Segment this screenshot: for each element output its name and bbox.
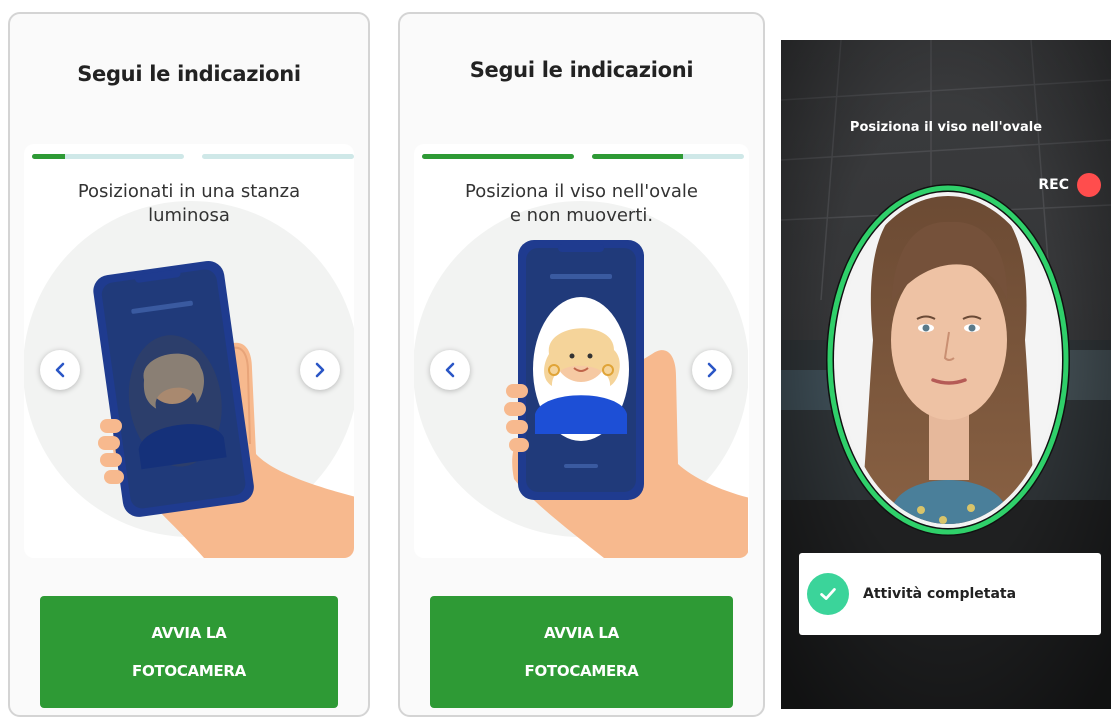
camera-instruction-text: Posiziona il viso nell'ovale [849, 120, 1043, 135]
camera-capture-screen: Posiziona il viso nell'ovale REC Attivit… [781, 40, 1111, 709]
button-label-line2: FOTOCAMERA [132, 662, 246, 680]
instructions-screen-1: Segui le indicazioni Posizionati in una … [8, 12, 370, 717]
instruction-text: Posizionati in una stanza luminosa [77, 181, 301, 226]
record-dot-icon [1077, 173, 1101, 197]
carousel-panel: Posizionati in una stanza luminosa [24, 144, 354, 558]
screen-title: Segui le indicazioni [77, 62, 301, 86]
next-slide-button[interactable] [300, 350, 340, 390]
success-toast: Attività completata [799, 553, 1101, 635]
button-label-line1: AVVIA LA [151, 624, 227, 642]
button-label-line1: AVVIA LA [544, 624, 619, 642]
start-camera-button[interactable]: AVVIA LA FOTOCAMERA [40, 596, 338, 708]
chevron-right-icon [707, 362, 717, 378]
toast-text: Attività completata [863, 586, 1017, 602]
next-slide-button[interactable] [692, 350, 732, 390]
carousel-panel: Posiziona il viso nell'ovale e non muove… [414, 144, 749, 558]
instruction-text: Posiziona il viso nell'ovale e non muove… [465, 181, 698, 226]
chevron-left-icon [55, 362, 65, 378]
check-icon [807, 573, 849, 615]
recording-indicator: REC [1038, 173, 1101, 197]
start-camera-button[interactable]: AVVIA LA FOTOCAMERA [430, 596, 733, 708]
previous-slide-button[interactable] [40, 350, 80, 390]
rec-label: REC [1038, 177, 1069, 193]
chevron-right-icon [315, 362, 325, 378]
chevron-left-icon [445, 362, 455, 378]
screen-title: Segui le indicazioni [469, 58, 694, 82]
button-label-line2: FOTOCAMERA [524, 662, 639, 680]
previous-slide-button[interactable] [430, 350, 470, 390]
instructions-screen-2: Segui le indicazioni Posiziona il viso n… [398, 12, 765, 717]
